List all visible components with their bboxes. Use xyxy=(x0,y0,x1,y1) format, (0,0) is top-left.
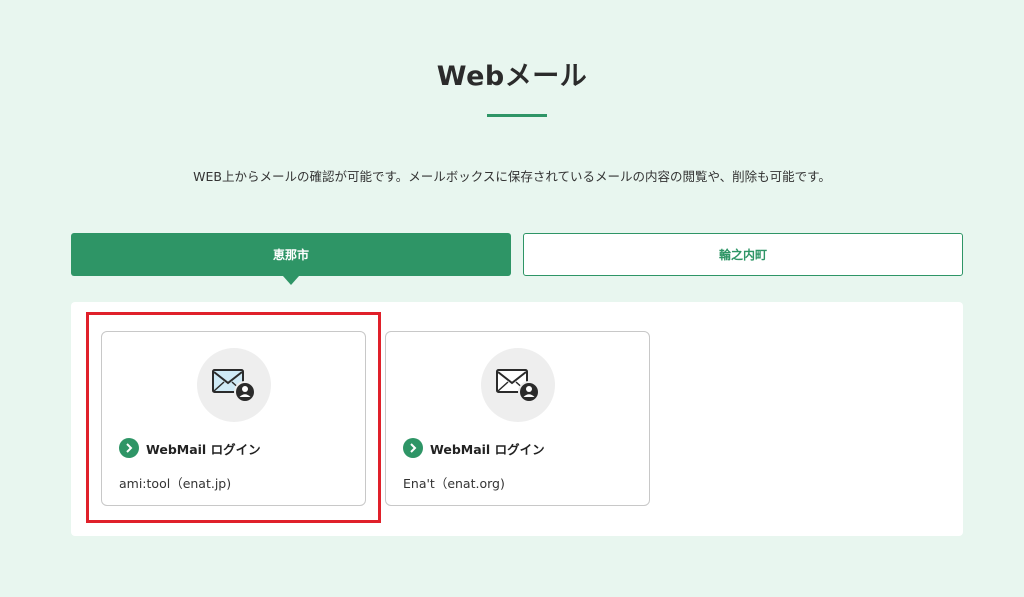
tab-label: 輪之内町 xyxy=(718,248,767,262)
active-tab-indicator xyxy=(283,276,299,285)
chevron-right-icon xyxy=(403,438,423,458)
page-title: Webメール xyxy=(436,61,588,92)
mail-user-icon xyxy=(481,348,555,422)
domain-label: ami:tool（enat.jp) xyxy=(119,476,232,491)
webmail-login-link[interactable]: WebMail ログイン xyxy=(403,438,545,458)
webmail-page: Webメール WEB上からメールの確認が可能です。メールボックスに保存されている… xyxy=(0,0,1024,597)
tab-label: 恵那市 xyxy=(272,248,309,262)
webmail-login-link[interactable]: WebMail ログイン xyxy=(119,438,261,458)
webmail-card-amitool[interactable]: WebMail ログイン ami:tool（enat.jp) xyxy=(101,331,366,506)
login-label: WebMail ログイン xyxy=(430,441,545,457)
chevron-right-icon xyxy=(119,438,139,458)
mail-user-icon xyxy=(197,348,271,422)
tab-ena-city[interactable]: 恵那市 xyxy=(71,233,511,285)
title-underline xyxy=(487,114,547,117)
tab-wanouchi-town[interactable]: 輪之内町 xyxy=(523,233,963,276)
login-label: WebMail ログイン xyxy=(146,441,261,457)
domain-label: Ena't（enat.org) xyxy=(403,476,505,491)
page-description: WEB上からメールの確認が可能です。メールボックスに保存されているメールの内容の… xyxy=(193,169,831,184)
webmail-card-enat[interactable]: WebMail ログイン Ena't（enat.org) xyxy=(385,331,650,506)
